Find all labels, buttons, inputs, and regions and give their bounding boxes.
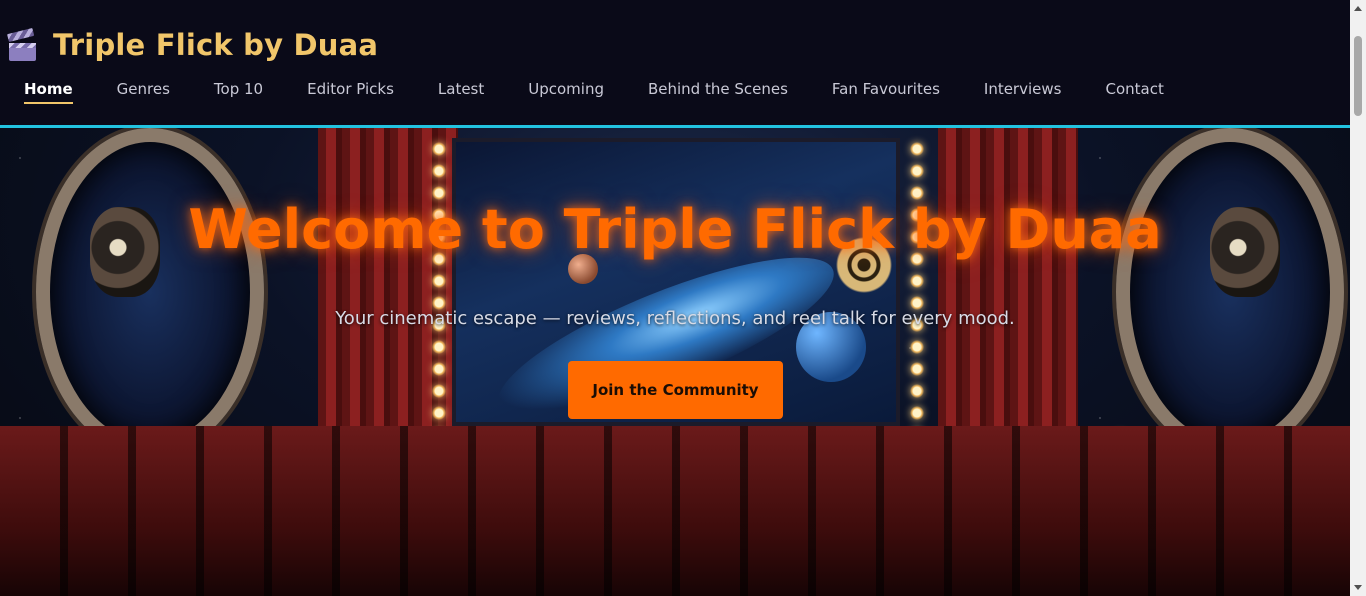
scroll-up-arrow-icon[interactable] <box>1354 6 1362 11</box>
nav-item-fan-favourites[interactable]: Fan Favourites <box>832 80 940 102</box>
hero-section: Welcome to Triple Flick by Duaa Your cin… <box>0 128 1350 596</box>
nav-item-editor-picks[interactable]: Editor Picks <box>307 80 394 102</box>
page-scrollbar[interactable] <box>1350 0 1366 596</box>
nav-item-top-10[interactable]: Top 10 <box>214 80 263 102</box>
nav-item-latest[interactable]: Latest <box>438 80 484 102</box>
nav-item-home[interactable]: Home <box>24 80 73 104</box>
join-community-button[interactable]: Join the Community <box>568 361 783 419</box>
brand[interactable]: Triple Flick by Duaa <box>7 27 379 62</box>
scroll-down-arrow-icon[interactable] <box>1354 585 1362 590</box>
main-nav: Home Genres Top 10 Editor Picks Latest U… <box>24 80 1208 104</box>
page: Triple Flick by Duaa Home Genres Top 10 … <box>0 0 1350 596</box>
site-header: Triple Flick by Duaa Home Genres Top 10 … <box>0 0 1350 128</box>
site-title: Triple Flick by Duaa <box>53 28 379 62</box>
nav-item-genres[interactable]: Genres <box>117 80 170 102</box>
clapperboard-icon <box>7 27 38 61</box>
hero-subtitle: Your cinematic escape — reviews, reflect… <box>335 308 1015 329</box>
nav-item-interviews[interactable]: Interviews <box>984 80 1062 102</box>
hero-content: Welcome to Triple Flick by Duaa Your cin… <box>0 128 1350 596</box>
nav-item-contact[interactable]: Contact <box>1105 80 1163 102</box>
scroll-thumb[interactable] <box>1354 36 1362 116</box>
nav-item-behind-the-scenes[interactable]: Behind the Scenes <box>648 80 788 102</box>
nav-item-upcoming[interactable]: Upcoming <box>528 80 604 102</box>
hero-title: Welcome to Triple Flick by Duaa <box>188 198 1162 261</box>
